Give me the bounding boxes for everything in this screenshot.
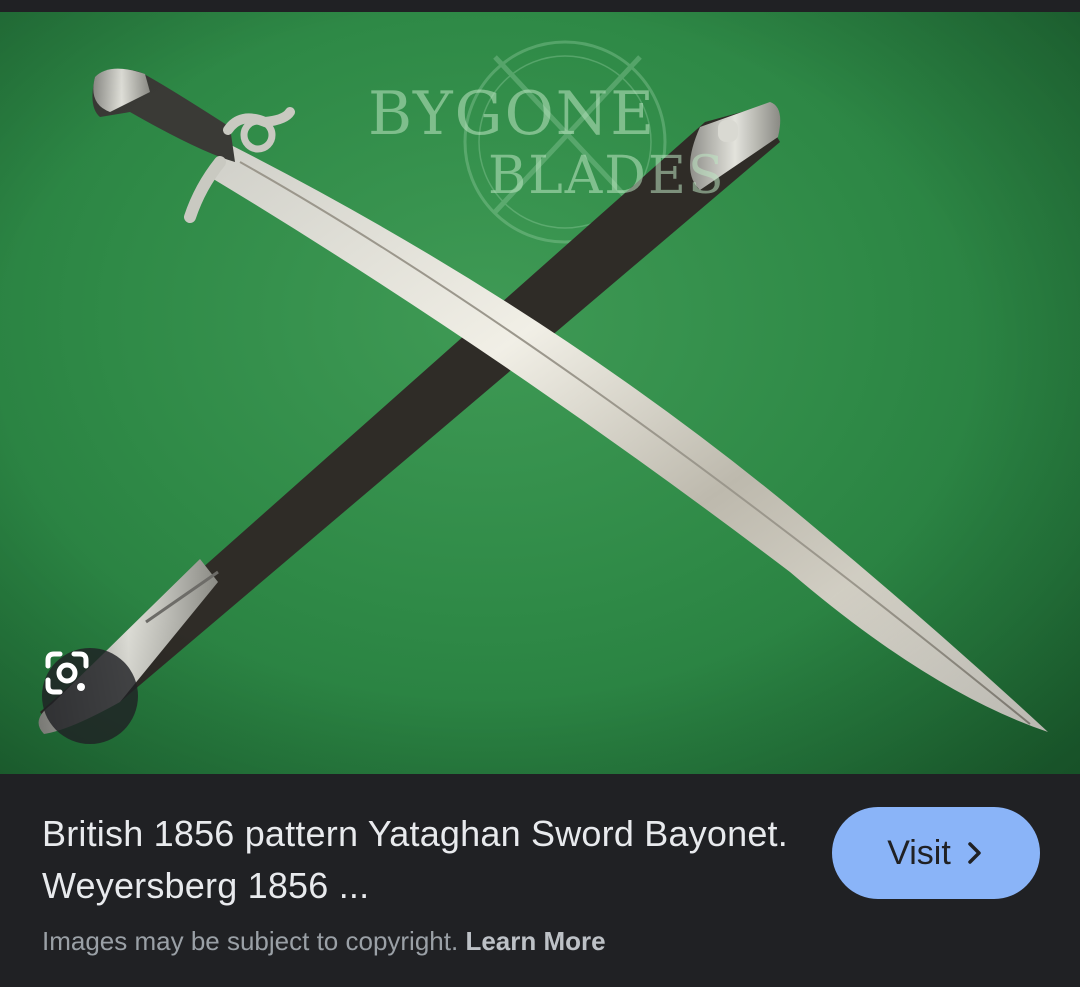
result-title[interactable]: British 1856 pattern Yataghan Sword Bayo… (42, 808, 802, 912)
visit-button[interactable]: Visit (832, 807, 1040, 899)
learn-more-link[interactable]: Learn More (465, 926, 605, 956)
watermark-text: BYGONE (368, 84, 656, 144)
watermark-line1: BYGONE (368, 79, 657, 149)
copyright-notice: Images may be subject to copyright. Lear… (42, 924, 606, 958)
watermark-text-2: BLADES (488, 150, 726, 202)
result-info: British 1856 pattern Yataghan Sword Bayo… (0, 774, 1080, 987)
watermark-line2: BLADES (488, 146, 726, 206)
chevron-right-icon (968, 842, 981, 864)
visit-label: Visit (887, 833, 951, 872)
top-bar (0, 0, 1080, 12)
google-lens-icon (45, 651, 89, 695)
google-lens-button[interactable] (42, 648, 138, 744)
copyright-text: Images may be subject to copyright. (42, 926, 459, 956)
result-image[interactable]: BYGONE BLADES (0, 12, 1080, 774)
image-result-panel: BYGONE BLADES British 1856 pattern Yatag… (0, 0, 1080, 987)
